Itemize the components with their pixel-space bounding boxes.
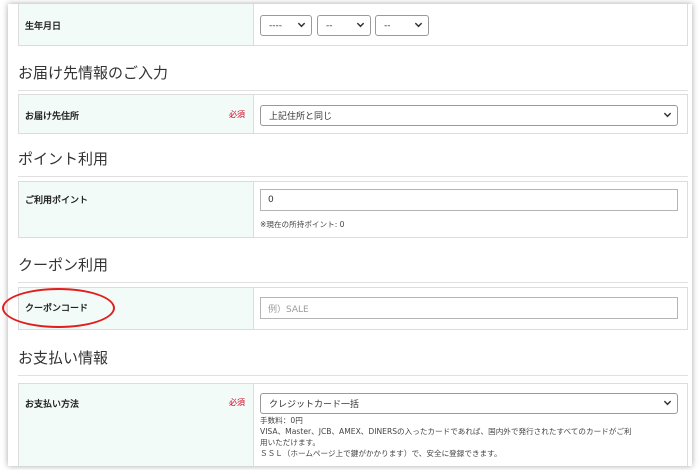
payment-desc-line-2: 用いただけます。 xyxy=(260,438,320,447)
coupon-field-cell: 例）SALE xyxy=(254,288,687,329)
birth-day-select[interactable]: -- xyxy=(375,15,429,36)
payment-field-cell: クレジットカード一括 手数料：0円 VISA、Master、JCB、AMEX、D… xyxy=(254,384,687,466)
birthdate-label: 生年月日 xyxy=(25,22,62,32)
birth-year-select[interactable]: ---- xyxy=(260,15,312,36)
required-badge: 必須 xyxy=(229,110,245,119)
payment-row: お支払い方法 必須 クレジットカード一括 手数料：0円 VISA、Master、… xyxy=(18,383,688,466)
payment-method-select[interactable]: クレジットカード一括 xyxy=(260,393,678,414)
points-label-cell: ご利用ポイント xyxy=(19,182,254,237)
points-row: ご利用ポイント 0 ※現在の所持ポイント: 0 xyxy=(18,181,688,238)
delivery-label: お届け先住所 xyxy=(25,112,80,122)
chevron-down-icon xyxy=(297,22,306,27)
required-badge: 必須 xyxy=(229,398,245,407)
annotation-circle xyxy=(2,288,115,328)
birthdate-row: 生年月日 ---- -- -- xyxy=(18,4,688,46)
delivery-row: お届け先住所 必須 上記住所と同じ xyxy=(18,94,688,134)
chevron-down-icon xyxy=(414,22,423,27)
payment-label: お支払い方法 xyxy=(25,400,80,410)
points-input[interactable]: 0 xyxy=(260,189,678,211)
coupon-row: クーポンコード 例）SALE xyxy=(18,287,688,330)
delivery-label-cell: お届け先住所 必須 xyxy=(19,95,254,133)
birth-day-value: -- xyxy=(384,20,391,31)
birthdate-label-cell: 生年月日 xyxy=(19,4,254,45)
checkout-form: 生年月日 ---- -- -- お届け先情報のご入力 お届け先住所 必須 上記住… xyxy=(8,4,692,466)
coupon-section-title: クーポン利用 xyxy=(18,254,688,283)
delivery-address-value: 上記住所と同じ xyxy=(269,112,333,122)
payment-desc-line-1: VISA、Master、JCB、AMEX、DINERSの入ったカードであれば、国… xyxy=(260,427,632,436)
delivery-section-title: お届け先情報のご入力 xyxy=(18,62,688,91)
chevron-down-icon xyxy=(356,22,365,27)
coupon-code-input[interactable]: 例）SALE xyxy=(260,297,678,319)
payment-method-value: クレジットカード一括 xyxy=(269,400,360,410)
chevron-down-icon xyxy=(663,112,672,117)
points-section-title: ポイント利用 xyxy=(18,148,688,177)
points-label: ご利用ポイント xyxy=(25,196,89,206)
chevron-down-icon xyxy=(663,400,672,405)
payment-label-cell: お支払い方法 必須 xyxy=(19,384,254,466)
delivery-address-select[interactable]: 上記住所と同じ xyxy=(260,105,678,126)
payment-fee-note: 手数料：0円 xyxy=(260,416,303,425)
birth-month-value: -- xyxy=(326,20,333,31)
birth-year-value: ---- xyxy=(269,20,282,31)
delivery-field-cell: 上記住所と同じ xyxy=(254,95,687,133)
points-balance-note: ※現在の所持ポイント: 0 xyxy=(260,220,345,229)
payment-desc-line-3: ＳＳＬ（ホームページ上で鍵がかかります）で、安全に登録できます。 xyxy=(260,449,502,458)
payment-section-title: お支払い情報 xyxy=(18,347,688,376)
birth-month-select[interactable]: -- xyxy=(317,15,371,36)
birthdate-field-cell: ---- -- -- xyxy=(254,4,687,45)
points-field-cell: 0 ※現在の所持ポイント: 0 xyxy=(254,182,687,237)
